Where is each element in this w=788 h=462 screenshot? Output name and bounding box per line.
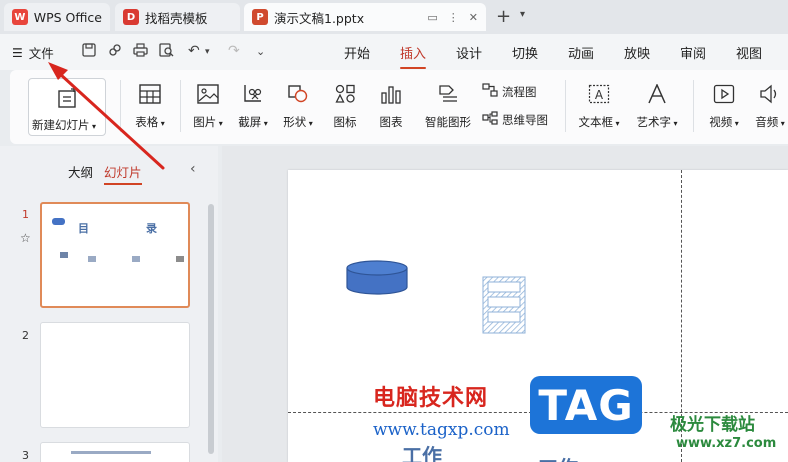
watermark-site-url: www.xz7.com (676, 436, 777, 451)
watermark-tag-logo: TAG (530, 376, 642, 434)
watermark-title: 电脑技术网 (373, 386, 489, 411)
watermark-url: www.tagxp.com (373, 420, 510, 440)
watermark-site-name: 极光下载站 (670, 415, 755, 435)
